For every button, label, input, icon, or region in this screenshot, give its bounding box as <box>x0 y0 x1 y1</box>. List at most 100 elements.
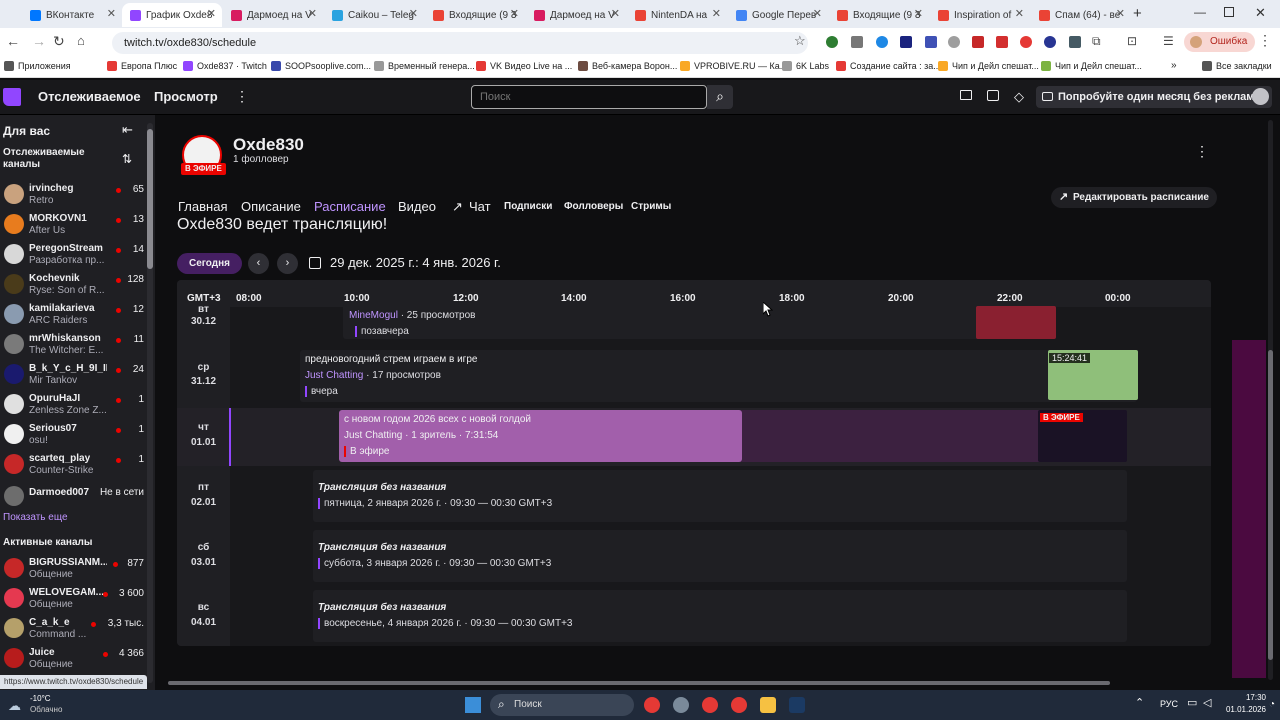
reload-icon[interactable]: ↻ <box>53 33 65 50</box>
browser-tab[interactable]: Дармоед на V ✕ <box>223 3 323 27</box>
tab-chat[interactable]: Чат <box>469 199 491 214</box>
home-icon[interactable]: ⌂ <box>77 33 85 48</box>
weather-temp[interactable]: -10°C <box>30 694 51 703</box>
category-link[interactable]: Just Chatting <box>344 430 402 441</box>
sidebar-channel[interactable]: Juice Общение 4 366 <box>0 645 148 675</box>
turbo-promo-button[interactable]: Попробуйте один месяц без рекламы <box>1036 86 1272 108</box>
kebab-menu-icon[interactable]: ⋮ <box>1258 32 1272 49</box>
back-icon[interactable]: ← <box>6 33 20 49</box>
nav-following[interactable]: Отслеживаемое <box>38 89 141 104</box>
sidebar-channel[interactable]: OpuruHaJI Zenless Zone Z... 1 <box>0 391 148 421</box>
close-icon[interactable]: ✕ <box>813 7 822 20</box>
minimize-icon[interactable]: — <box>1194 5 1206 19</box>
scheduled-stream-card[interactable] <box>313 470 1127 522</box>
collapse-sidebar-icon[interactable]: ⇤ <box>122 122 133 138</box>
screenshot-icon[interactable]: ⊡ <box>1127 34 1137 48</box>
extension-icon[interactable] <box>1020 36 1032 48</box>
extension-icon[interactable] <box>900 36 912 48</box>
sidebar-channel-offline[interactable]: Darmoed007 Не в сети <box>0 483 148 513</box>
extension-icon[interactable] <box>972 36 984 48</box>
browser-tab[interactable]: Inspiration of ✕ <box>930 3 1030 27</box>
search-input[interactable] <box>471 85 707 109</box>
puzzle-icon[interactable]: ⧉ <box>1092 34 1101 49</box>
extension-icon[interactable] <box>851 36 863 48</box>
close-icon[interactable]: ✕ <box>611 7 620 20</box>
sidebar-channel[interactable]: MORKOVN1 After Us 13 <box>0 211 148 241</box>
close-icon[interactable]: ✕ <box>207 7 216 20</box>
bookmark[interactable]: VK Видео Live на ... <box>476 61 572 71</box>
close-window-icon[interactable]: ✕ <box>1255 5 1266 21</box>
tab-about[interactable]: Описание <box>241 199 301 214</box>
edit-schedule-button[interactable]: ↗ Редактировать расписание <box>1051 187 1217 208</box>
sidebar-channel[interactable]: kamilakarieva ARC Raiders 12 <box>0 301 148 331</box>
browser-tab[interactable]: NintenDA на ✕ <box>627 3 727 27</box>
steam-icon[interactable] <box>789 697 805 713</box>
windows-start-icon[interactable] <box>465 697 481 713</box>
all-bookmarks[interactable]: Все закладки <box>1202 61 1272 71</box>
browser-tab[interactable]: Дармоед на V ✕ <box>526 3 626 27</box>
bookmark-star-icon[interactable]: ☆ <box>794 33 806 49</box>
whispers-icon[interactable] <box>987 90 999 101</box>
inbox-icon[interactable] <box>960 90 972 100</box>
extension-icon[interactable] <box>876 36 888 48</box>
forward-icon[interactable]: → <box>32 33 46 49</box>
language-indicator[interactable]: РУС <box>1160 699 1178 709</box>
close-icon[interactable]: ✕ <box>107 7 116 20</box>
main-scroll-thumb[interactable] <box>1268 350 1273 660</box>
bookmark[interactable]: Чип и Дейл спешат... <box>938 61 1039 71</box>
sidebar-channel[interactable]: scarteq_play Counter-Strike 1 <box>0 451 148 481</box>
bookmark-apps[interactable]: Приложения <box>4 61 71 71</box>
chrome-icon[interactable] <box>644 697 660 713</box>
close-icon[interactable]: ✕ <box>712 7 721 20</box>
calendar-icon[interactable] <box>309 257 321 269</box>
browser-tab-active[interactable]: График Oxde8 ✕ <box>122 3 222 27</box>
chrome-icon[interactable] <box>731 697 747 713</box>
bookmark[interactable]: SOOPsooplive.com... <box>271 61 371 71</box>
horizontal-scroll-thumb[interactable] <box>168 681 1110 685</box>
sidebar-channel[interactable]: C_a_k_e Command ... 3,3 тыс. <box>0 615 148 645</box>
user-avatar[interactable] <box>1252 88 1269 105</box>
channel-more-icon[interactable]: ⋮ <box>1195 143 1209 160</box>
clock-time[interactable]: 17:30 <box>1222 693 1266 702</box>
sidebar-channel[interactable]: WELOVEGAM... Общение 3 600 <box>0 585 148 615</box>
today-button[interactable]: Сегодня <box>177 253 242 274</box>
bookmark[interactable]: Чип и Дейл спешат... <box>1041 61 1142 71</box>
network-icon[interactable]: ▭ <box>1187 696 1197 709</box>
sidebar-channel[interactable]: irvincheg Retro 65 <box>0 181 148 211</box>
more-bookmarks-icon[interactable]: » <box>1171 60 1177 71</box>
search-icon[interactable]: ⌕ <box>707 85 733 109</box>
translate-extension-icon[interactable] <box>925 36 937 48</box>
nav-browse[interactable]: Просмотр <box>154 89 218 104</box>
url-field[interactable]: twitch.tv/oxde830/schedule <box>112 32 808 54</box>
tab-schedule[interactable]: Расписание <box>314 199 386 214</box>
bookmark[interactable]: Европа Плюс <box>107 61 177 71</box>
close-icon[interactable]: ✕ <box>914 7 923 20</box>
bookmark[interactable]: Веб-камера Ворон... <box>578 61 677 71</box>
bookmark[interactable]: 6K Labs <box>782 61 829 71</box>
notification-icon[interactable]: ◔ <box>1269 699 1275 710</box>
profile-error-button[interactable]: Ошибка <box>1184 32 1256 52</box>
sidebar-channel[interactable]: Kochevnik Ryse: Son of R... 128 <box>0 271 148 301</box>
tray-chevron-icon[interactable]: ⌃ <box>1135 696 1144 709</box>
extension-icon[interactable] <box>826 36 838 48</box>
browser-tab[interactable]: Входящие (9 3 ✕ <box>829 3 929 27</box>
category-link[interactable]: MineMogul <box>349 310 398 321</box>
file-explorer-icon[interactable] <box>760 697 776 713</box>
browser-tab[interactable]: ВКонтакте ✕ <box>22 3 122 27</box>
sort-icon[interactable]: ⇅ <box>122 152 132 166</box>
bits-icon[interactable]: ◇ <box>1014 89 1024 105</box>
close-icon[interactable]: ✕ <box>1116 7 1125 20</box>
vod-thumbnail[interactable] <box>976 306 1056 339</box>
browser-tab[interactable]: Caikou – Teleg ✕ <box>324 3 424 27</box>
maximize-icon[interactable] <box>1224 7 1234 17</box>
volume-icon[interactable]: ◁ <box>1203 696 1211 709</box>
sidebar-channel[interactable]: mrWhiskanson The Witcher: E... 11 <box>0 331 148 361</box>
taskbar-search[interactable]: ⌕ Поиск <box>490 694 634 716</box>
tab-home[interactable]: Главная <box>178 199 227 214</box>
extension-icon[interactable] <box>1069 36 1081 48</box>
close-icon[interactable]: ✕ <box>1015 7 1024 20</box>
past-stream-card[interactable] <box>343 303 1055 339</box>
show-more-link[interactable]: Показать еще <box>3 512 68 523</box>
browser-tab[interactable]: Google Перев ✕ <box>728 3 828 27</box>
new-tab-icon[interactable]: + <box>1133 5 1142 22</box>
